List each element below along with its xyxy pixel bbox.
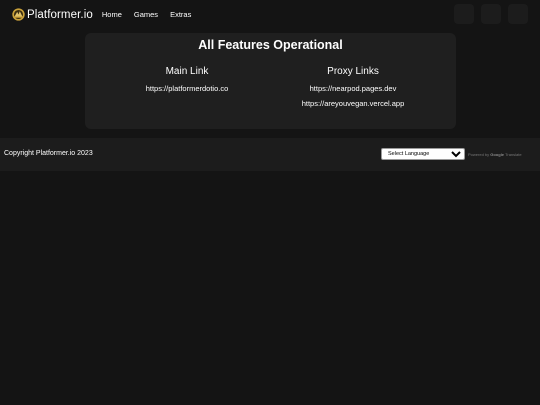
- proxy-link-2[interactable]: https://areyouvegan.vercel.app: [268, 96, 438, 111]
- nav-extras-link[interactable]: Extras: [170, 10, 191, 19]
- main-link[interactable]: https://platformerdotio.co: [102, 81, 272, 96]
- nav-games-link[interactable]: Games: [134, 10, 158, 19]
- footer: Copyright Platformer.io 2023 Select Lang…: [0, 138, 540, 171]
- main-link-column: Main Link https://platformerdotio.co: [102, 65, 272, 96]
- brand-name: Platformer.io: [27, 8, 93, 21]
- proxy-links-column: Proxy Links https://nearpod.pages.dev ht…: [268, 65, 438, 111]
- google-logo-text[interactable]: Google: [490, 152, 504, 157]
- powered-by-google-translate: Powered by Google Translate: [468, 152, 522, 157]
- status-title: All Features Operational: [198, 38, 343, 52]
- nav-home-link[interactable]: Home: [102, 10, 122, 19]
- nav-icon-buttons: [447, 4, 528, 24]
- proxy-link-1[interactable]: https://nearpod.pages.dev: [268, 81, 438, 96]
- nav-icon-button-1[interactable]: [454, 4, 474, 24]
- nav-links: Home Games Extras: [102, 10, 203, 19]
- brand-link[interactable]: Platformer.io: [12, 8, 93, 21]
- main-link-heading: Main Link: [165, 66, 209, 77]
- powered-by-text: Powered by: [468, 151, 490, 157]
- google-translate-widget: Select Language Powered by Google Transl…: [381, 148, 522, 160]
- proxy-links-heading: Proxy Links: [327, 66, 379, 77]
- language-select[interactable]: Select Language: [381, 148, 465, 160]
- status-card: All Features Operational Main Link https…: [85, 33, 456, 129]
- nav-icon-button-2[interactable]: [481, 4, 501, 24]
- platformer-logo-icon: [12, 8, 25, 21]
- nav-icon-button-3[interactable]: [508, 4, 528, 24]
- navbar: Platformer.io Home Games Extras: [0, 0, 540, 29]
- copyright-text: Copyright Platformer.io 2023: [4, 150, 93, 157]
- translate-text: Translate: [505, 151, 522, 157]
